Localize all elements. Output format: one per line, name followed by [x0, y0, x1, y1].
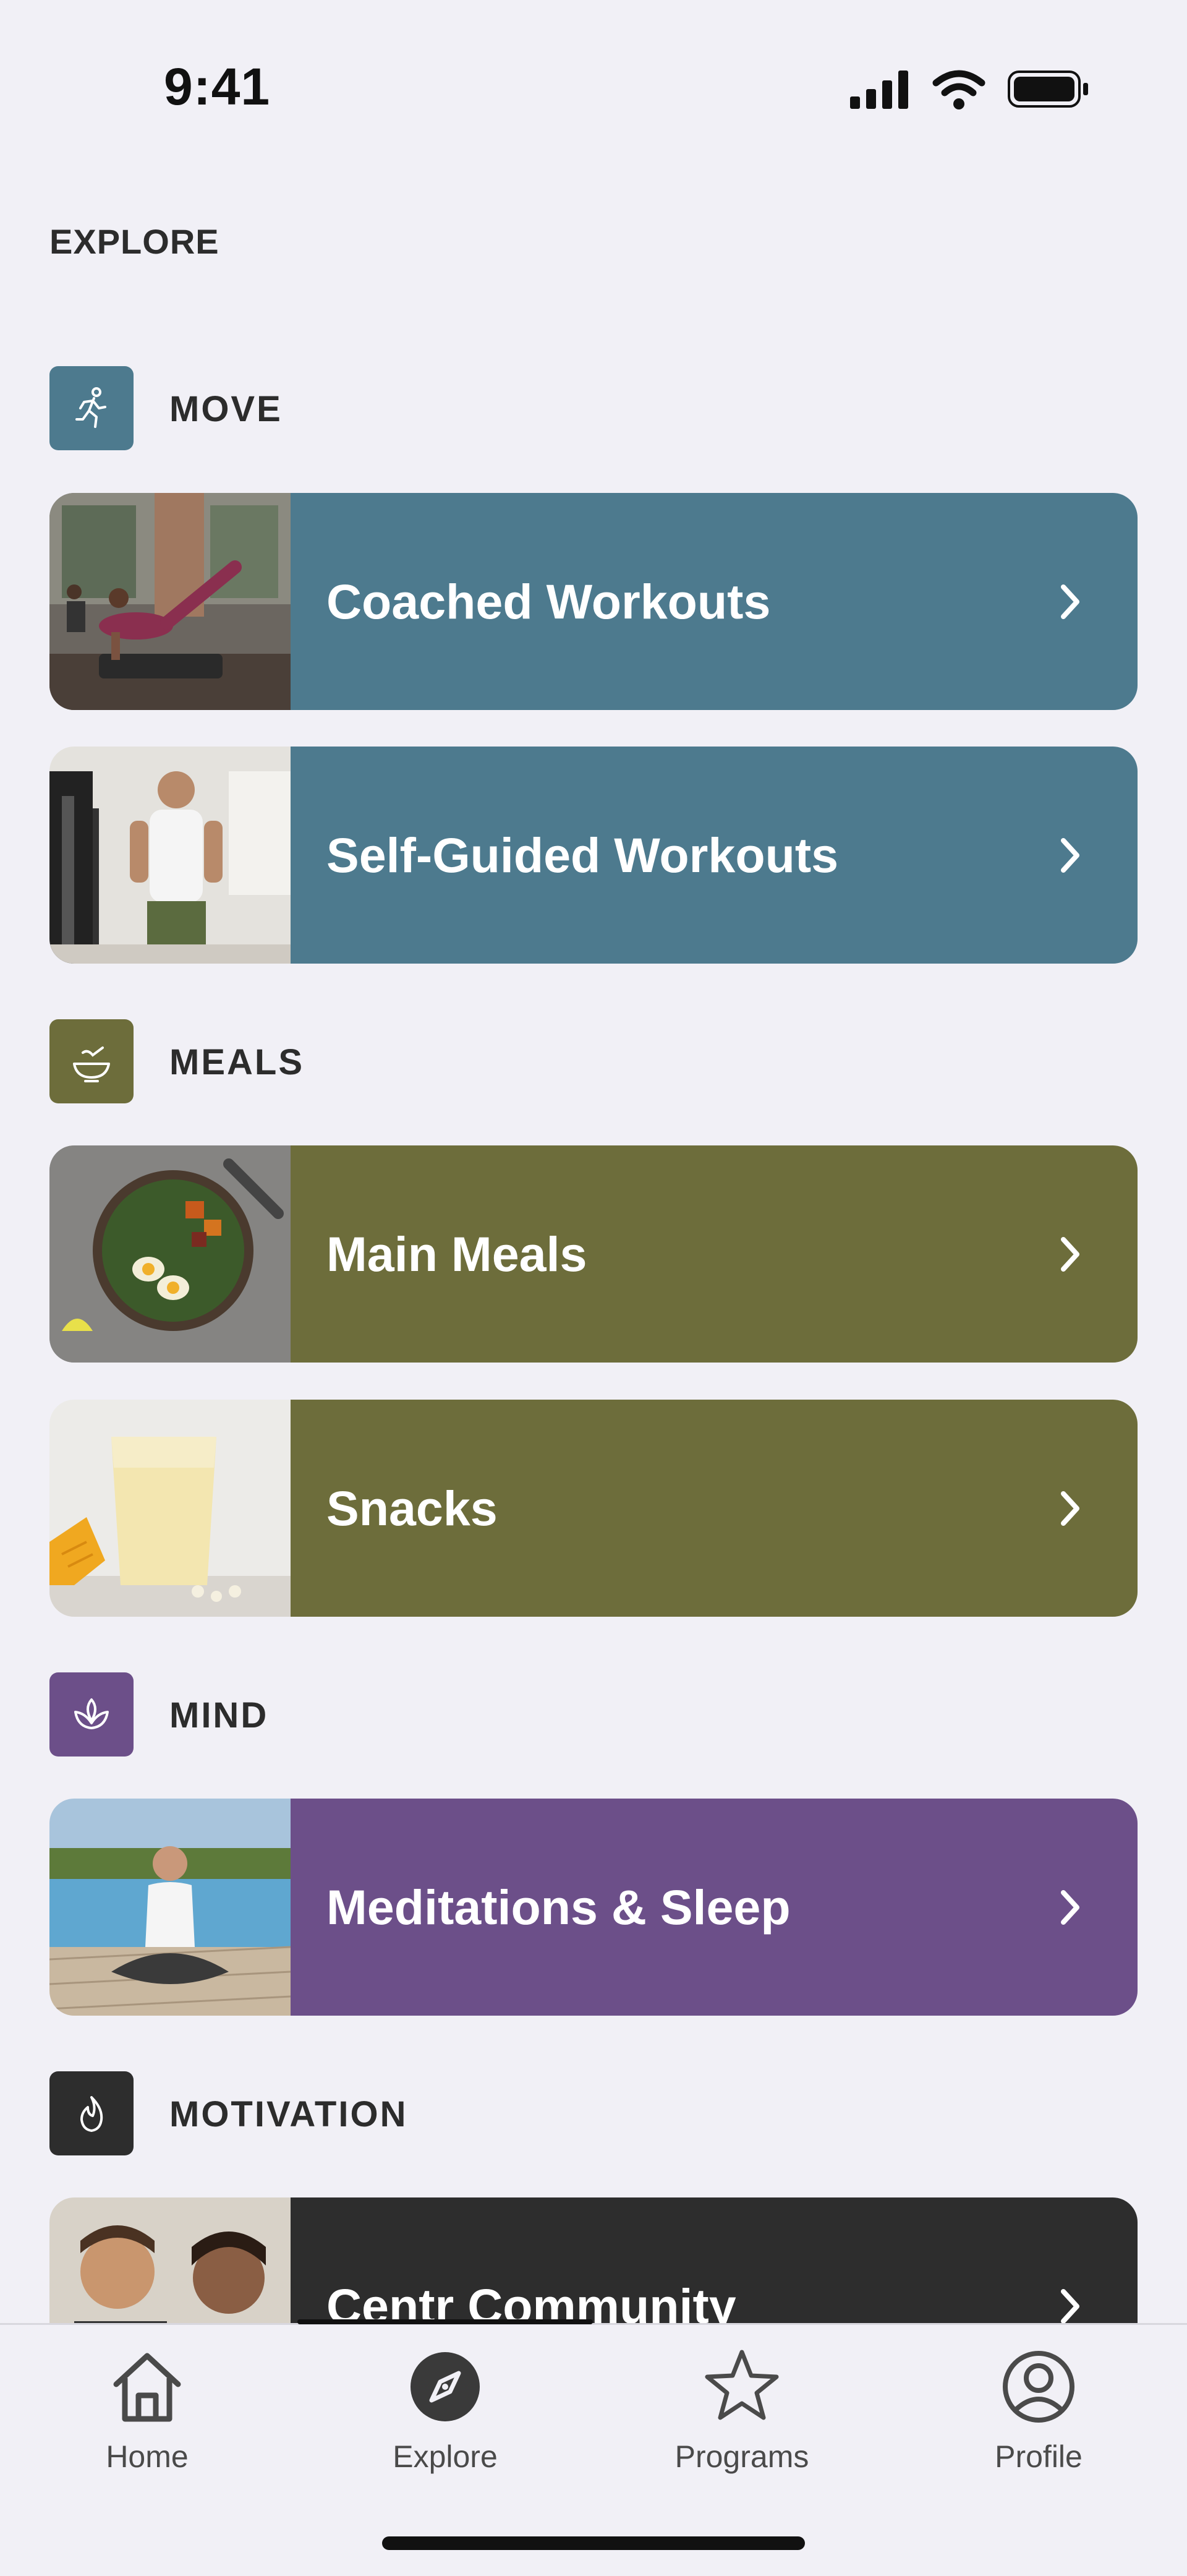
chevron-right-icon [1061, 1889, 1079, 1925]
chevron-right-icon [1061, 837, 1079, 873]
flame-icon [49, 2071, 134, 2155]
tab-label-explore: Explore [393, 2439, 498, 2474]
card-body[interactable]: Snacks [291, 1400, 1138, 1617]
card-title: Meditations & Sleep [326, 1879, 791, 1935]
section-label-mind: MIND [169, 1695, 269, 1735]
card-self-guided-workouts[interactable]: Self-Guided Workouts [49, 747, 1138, 964]
card-body[interactable]: Coached Workouts [291, 493, 1138, 710]
section-header-move: MOVE [49, 366, 606, 450]
star-icon [705, 2350, 779, 2420]
card-body[interactable]: Self-Guided Workouts [291, 747, 1138, 964]
wifi-icon [932, 70, 985, 109]
cable-machine-photo [49, 747, 291, 964]
running-person-icon [49, 366, 134, 450]
page-title: EXPLORE [49, 222, 219, 261]
group-workout-photo [49, 493, 291, 710]
card-body[interactable]: Main Meals [291, 1145, 1138, 1363]
card-body[interactable]: Meditations & Sleep [291, 1799, 1138, 2016]
tab-label-programs: Programs [674, 2439, 809, 2474]
bowl-icon [49, 1019, 134, 1103]
mango-smoothie-photo [49, 1400, 291, 1617]
card-title: Self-Guided Workouts [326, 827, 839, 883]
tab-explore[interactable]: Explore [352, 2343, 538, 2475]
section-label-meals: MEALS [169, 1042, 304, 1082]
selected-tab-indicator [297, 2319, 593, 2324]
tab-label-home: Home [106, 2439, 189, 2474]
card-title: Main Meals [326, 1226, 587, 1282]
chevron-right-icon [1061, 1236, 1079, 1272]
card-meditations-sleep[interactable]: Meditations & Sleep [49, 1799, 1138, 2016]
egg-bowl-photo [49, 1145, 291, 1363]
chevron-right-icon [1061, 1491, 1079, 1526]
section-header-motivation: MOTIVATION [49, 2071, 606, 2155]
tab-home[interactable]: Home [54, 2343, 240, 2475]
card-title: Coached Workouts [326, 573, 771, 629]
section-header-mind: MIND [49, 1672, 606, 1757]
card-snacks[interactable]: Snacks [49, 1400, 1138, 1617]
person-circle-icon [1003, 2351, 1074, 2423]
battery-icon [1008, 71, 1088, 108]
signal-icon [850, 71, 908, 109]
chevron-right-icon [1061, 584, 1079, 619]
home-indicator[interactable] [382, 2536, 805, 2550]
lotus-icon [49, 1672, 134, 1757]
compass-icon [411, 2352, 480, 2421]
card-coached-workouts[interactable]: Coached Workouts [49, 493, 1138, 710]
status-time: 9:41 [164, 58, 271, 116]
section-label-move: MOVE [169, 389, 283, 429]
chevron-right-icon [1061, 2288, 1079, 2324]
status-icons [850, 70, 1088, 109]
card-title: Snacks [326, 1480, 498, 1536]
tab-profile[interactable]: Profile [946, 2343, 1131, 2475]
status-bar: 9:41 [0, 0, 1187, 124]
tab-label-profile: Profile [995, 2439, 1083, 2474]
card-main-meals[interactable]: Main Meals [49, 1145, 1138, 1363]
section-label-motivation: MOTIVATION [169, 2094, 408, 2134]
house-icon [113, 2353, 181, 2422]
section-header-meals: MEALS [49, 1019, 606, 1103]
poolside-meditation-photo [49, 1799, 291, 2016]
tab-programs[interactable]: Programs [649, 2343, 835, 2475]
